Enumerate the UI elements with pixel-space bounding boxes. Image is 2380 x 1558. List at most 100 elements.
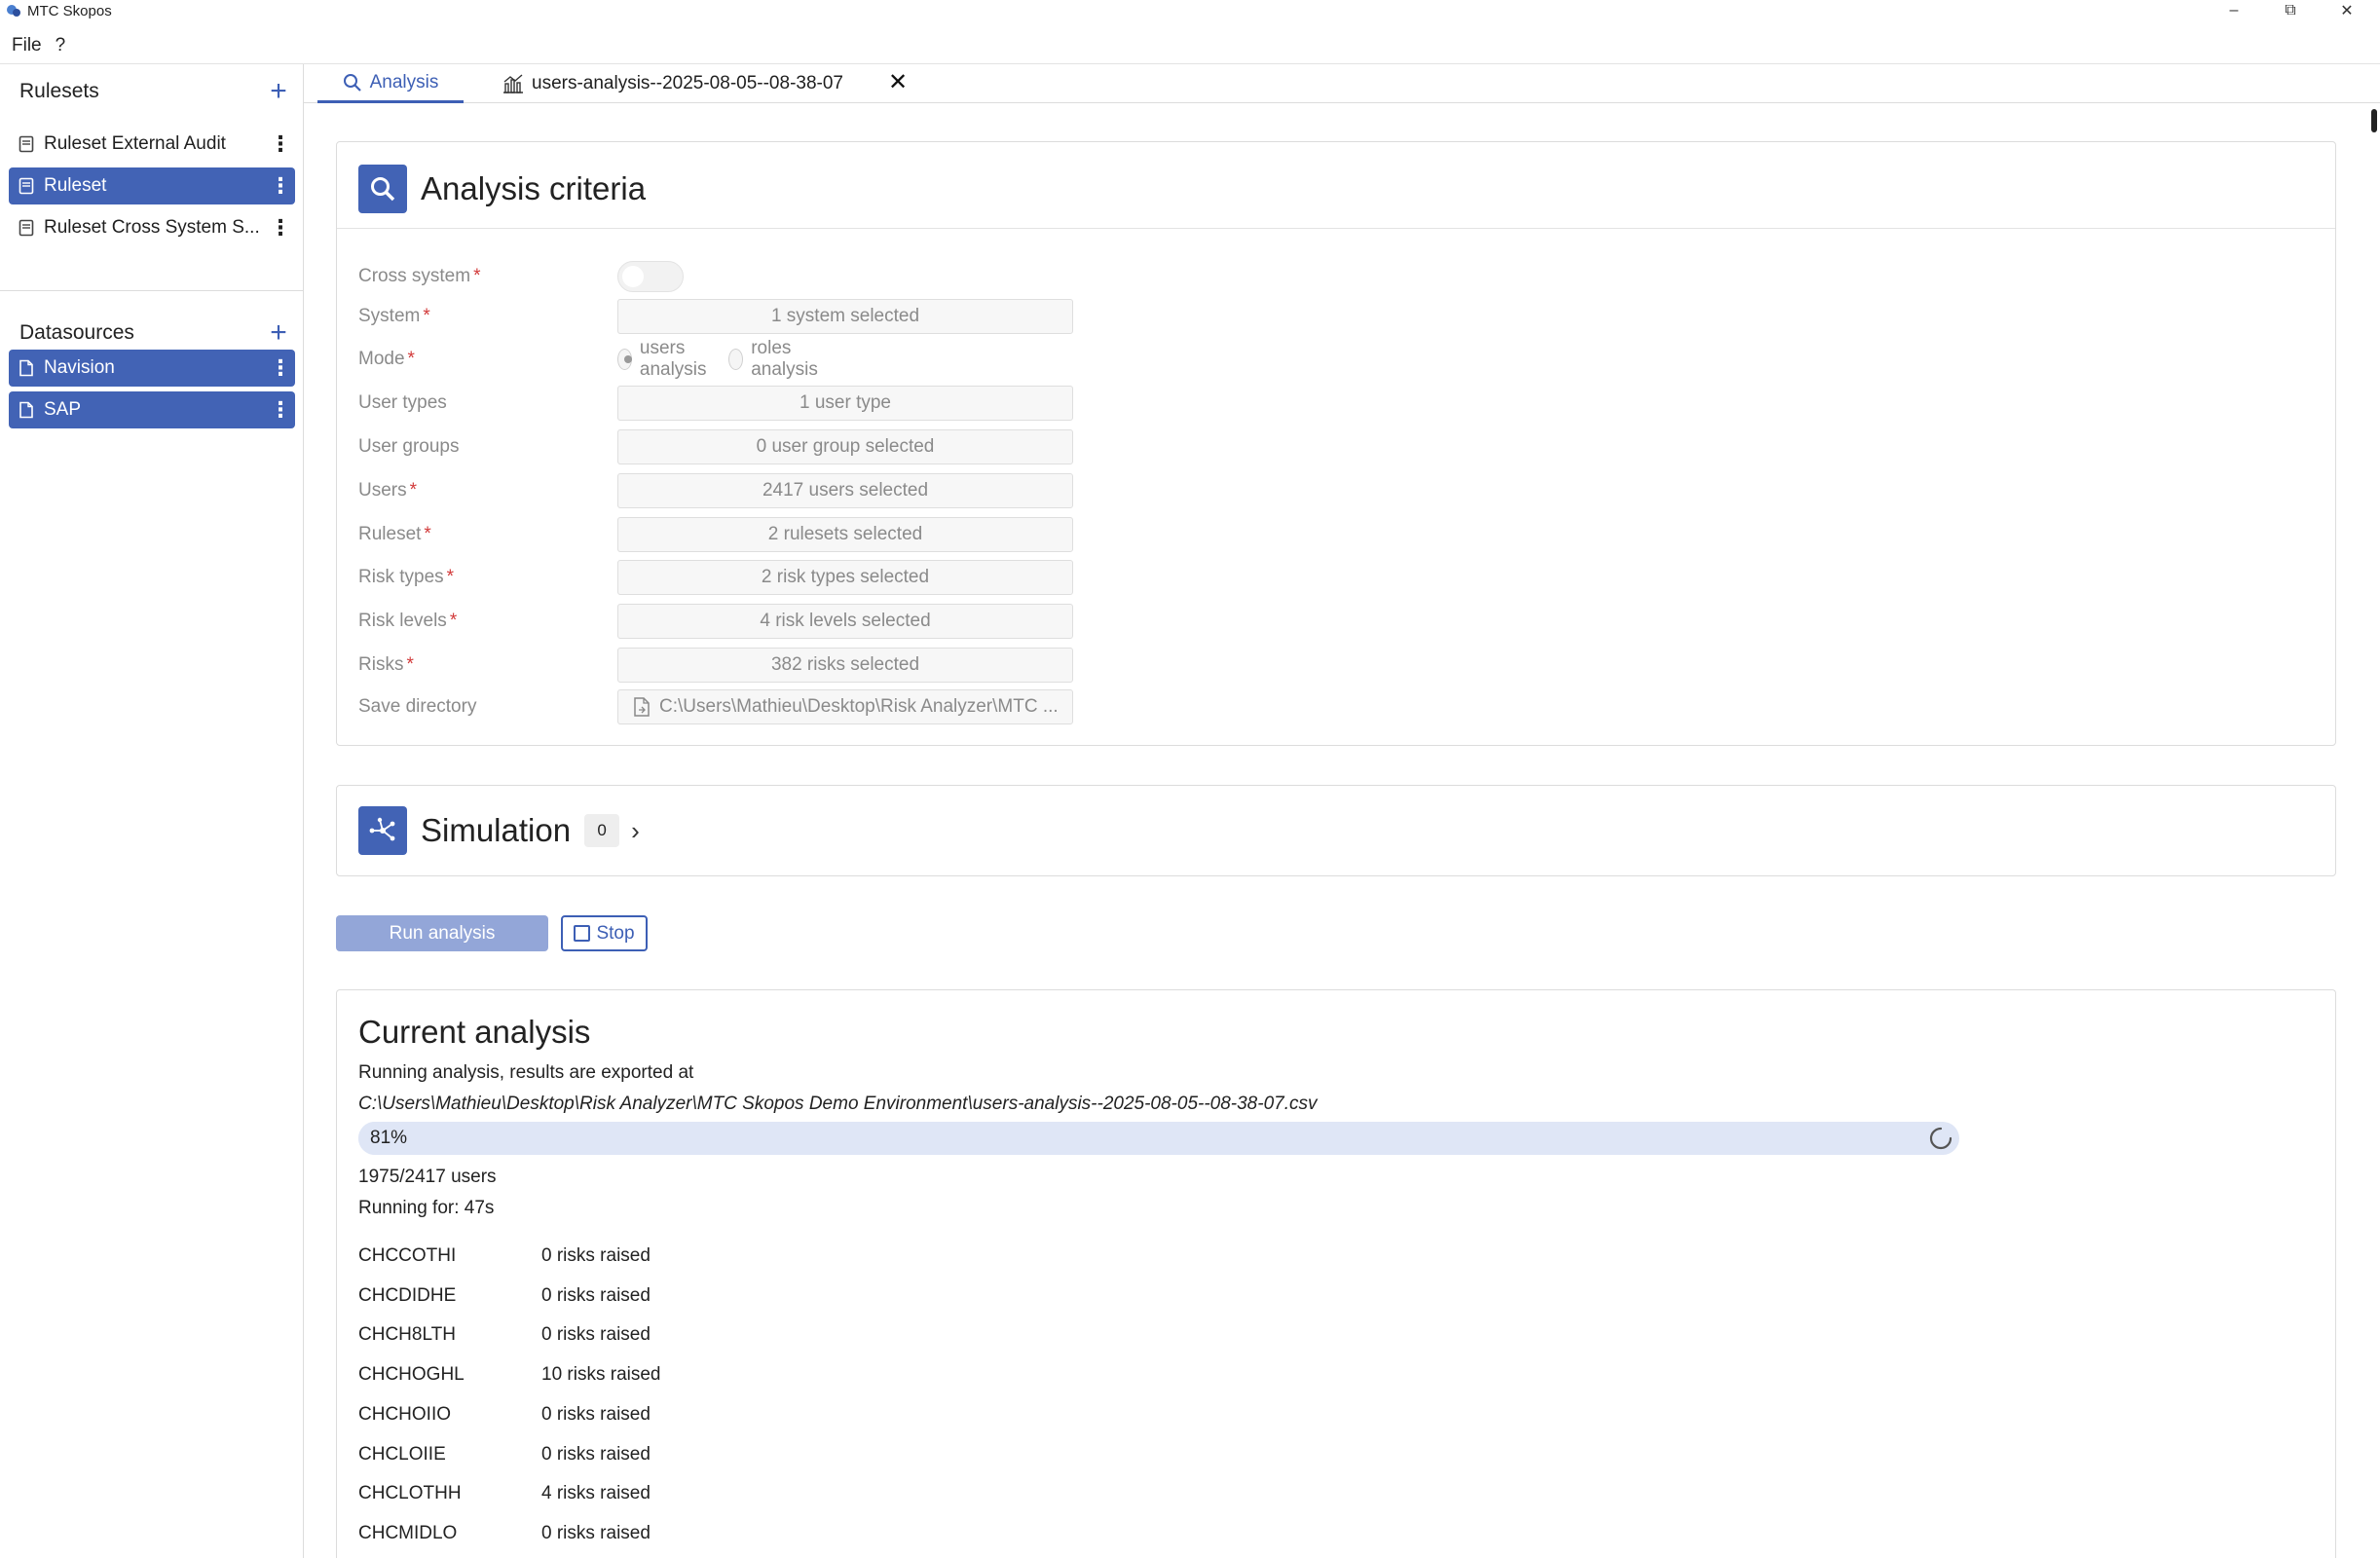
ruleset-doc-icon bbox=[19, 219, 34, 237]
simulation-panel[interactable]: Simulation 0 › bbox=[336, 785, 2336, 876]
loading-spinner-icon bbox=[1929, 1127, 1952, 1150]
sidebar-item-sap[interactable]: SAP ⋮ bbox=[9, 391, 295, 428]
analysis-criteria-panel: Analysis criteria Cross system * System * … bbox=[336, 141, 2336, 746]
running-text: Running analysis, results are exported a… bbox=[358, 1062, 694, 1083]
kebab-menu-icon[interactable]: ⋮ bbox=[266, 133, 295, 155]
network-icon bbox=[358, 806, 407, 855]
sidebar-item-ruleset-cross-system[interactable]: Ruleset Cross System S... ⋮ bbox=[9, 209, 295, 246]
sidebar: Rulesets + Ruleset External Audit ⋮ Rule… bbox=[0, 64, 304, 1558]
field-label: Ruleset * bbox=[358, 524, 431, 544]
kebab-menu-icon[interactable]: ⋮ bbox=[266, 357, 295, 379]
field-label: Users * bbox=[358, 480, 418, 501]
scrollbar-thumb[interactable] bbox=[2371, 109, 2377, 132]
menu-file[interactable]: File bbox=[12, 35, 42, 56]
sidebar-item-label: Navision bbox=[44, 357, 115, 378]
kebab-menu-icon[interactable]: ⋮ bbox=[266, 399, 295, 421]
restore-icon: ⧉ bbox=[2285, 2, 2296, 19]
minimize-button[interactable]: – bbox=[2207, 0, 2261, 21]
cross-system-toggle[interactable] bbox=[617, 261, 684, 292]
system-select[interactable]: 1 system selected bbox=[617, 299, 1073, 334]
close-tab-icon[interactable]: ✕ bbox=[888, 68, 908, 96]
row-users: Users * 2417 users selected bbox=[358, 473, 1073, 508]
field-label: Risks * bbox=[358, 654, 414, 675]
tab-analysis[interactable]: Analysis bbox=[317, 64, 464, 103]
chart-icon bbox=[503, 74, 523, 93]
kebab-menu-icon[interactable]: ⋮ bbox=[266, 175, 295, 197]
file-icon bbox=[19, 401, 33, 419]
close-window-button[interactable]: ✕ bbox=[2320, 0, 2374, 21]
sidebar-item-navision[interactable]: Navision ⋮ bbox=[9, 350, 295, 387]
user-types-select[interactable]: 1 user type bbox=[617, 386, 1073, 421]
restore-button[interactable]: ⧉ bbox=[2263, 0, 2318, 21]
field-label: User types bbox=[358, 392, 447, 413]
kebab-menu-icon[interactable]: ⋮ bbox=[266, 217, 295, 239]
search-icon bbox=[343, 73, 361, 92]
close-icon: ✕ bbox=[2340, 3, 2354, 19]
tab-label: users-analysis--2025-08-05--08-38-07 bbox=[532, 73, 843, 93]
result-user: CHCH8LTH bbox=[358, 1324, 456, 1346]
field-label: Cross system * bbox=[358, 266, 481, 286]
risk-types-select[interactable]: 2 risk types selected bbox=[617, 560, 1073, 595]
result-risks: 4 risks raised bbox=[541, 1483, 651, 1504]
field-label: Mode * bbox=[358, 349, 415, 369]
result-user: CHCLOTHH bbox=[358, 1483, 462, 1504]
risks-select[interactable]: 382 risks selected bbox=[617, 648, 1073, 683]
add-datasource-button[interactable]: + bbox=[265, 318, 292, 348]
file-export-icon bbox=[634, 697, 650, 717]
row-risk-levels: Risk levels * 4 risk levels selected bbox=[358, 604, 1073, 639]
stop-label: Stop bbox=[596, 922, 635, 944]
result-risks: 0 risks raised bbox=[541, 1403, 651, 1425]
simulation-header[interactable]: Simulation 0 › bbox=[358, 806, 640, 855]
add-ruleset-button[interactable]: + bbox=[265, 77, 292, 106]
datasources-title: Datasources bbox=[19, 321, 134, 344]
list-item: CHCDIDHE 0 risks raised bbox=[358, 1281, 651, 1311]
progress-percent: 81% bbox=[370, 1128, 408, 1148]
row-risk-types: Risk types * 2 risk types selected bbox=[358, 560, 1073, 595]
row-risks: Risks * 382 risks selected bbox=[358, 648, 1073, 683]
list-item: CHCH8LTH 0 risks raised bbox=[358, 1320, 651, 1350]
panel-title: Analysis criteria bbox=[421, 170, 647, 206]
result-user: CHCDIDHE bbox=[358, 1284, 457, 1306]
field-label: Risk types * bbox=[358, 567, 455, 587]
radio-users-analysis[interactable] bbox=[617, 349, 632, 370]
header-divider bbox=[337, 228, 2335, 229]
result-user: CHCHOGHL bbox=[358, 1364, 465, 1386]
chevron-right-icon[interactable]: › bbox=[631, 816, 640, 846]
tab-bar: Analysis users-analysis--2025-08-05--08-… bbox=[304, 64, 2380, 103]
stop-button[interactable]: Stop bbox=[561, 915, 648, 951]
users-select[interactable]: 2417 users selected bbox=[617, 473, 1073, 508]
tab-users-analysis[interactable]: users-analysis--2025-08-05--08-38-07 bbox=[502, 64, 843, 103]
field-label: Risk levels * bbox=[358, 611, 458, 631]
list-item: CHCHOIIO 0 risks raised bbox=[358, 1400, 651, 1429]
current-analysis-panel: Current analysis Running analysis, resul… bbox=[336, 989, 2336, 1558]
search-icon bbox=[358, 165, 407, 213]
result-user: CHCLOIIE bbox=[358, 1443, 446, 1465]
save-directory-picker[interactable]: C:\Users\Mathieu\Desktop\Risk Analyzer\M… bbox=[617, 689, 1073, 724]
rulesets-title: Rulesets bbox=[19, 80, 99, 102]
user-groups-select[interactable]: 0 user group selected bbox=[617, 429, 1073, 464]
result-risks: 0 risks raised bbox=[541, 1324, 651, 1346]
result-risks: 0 risks raised bbox=[541, 1443, 651, 1465]
field-label: Save directory bbox=[358, 696, 477, 717]
save-directory-value: C:\Users\Mathieu\Desktop\Risk Analyzer\M… bbox=[659, 696, 1059, 717]
row-system: System * 1 system selected bbox=[358, 299, 1073, 334]
tab-label: Analysis bbox=[369, 71, 439, 93]
file-icon bbox=[19, 359, 33, 377]
plus-icon: + bbox=[270, 75, 287, 107]
risk-levels-select[interactable]: 4 risk levels selected bbox=[617, 604, 1073, 639]
sidebar-item-ruleset-external-audit[interactable]: Ruleset External Audit ⋮ bbox=[9, 126, 295, 163]
running-for: Running for: 47s bbox=[358, 1198, 495, 1218]
row-save-directory: Save directory C:\Users\Mathieu\Desktop\… bbox=[358, 689, 1073, 724]
ruleset-doc-icon bbox=[19, 177, 34, 195]
result-risks: 10 risks raised bbox=[541, 1364, 661, 1386]
list-item: CHCLOTHH 4 risks raised bbox=[358, 1479, 651, 1508]
analysis-criteria-header: Analysis criteria bbox=[358, 165, 646, 213]
menu-help[interactable]: ? bbox=[56, 35, 66, 56]
ruleset-select[interactable]: 2 rulesets selected bbox=[617, 517, 1073, 552]
run-analysis-button[interactable]: Run analysis bbox=[336, 915, 548, 951]
sidebar-item-ruleset[interactable]: Ruleset ⋮ bbox=[9, 167, 295, 204]
row-cross-system: Cross system * bbox=[358, 259, 684, 294]
radio-roles-analysis[interactable] bbox=[728, 349, 744, 370]
export-path: C:\Users\Mathieu\Desktop\Risk Analyzer\M… bbox=[358, 1094, 1318, 1114]
list-item: CHCLOIIE 0 risks raised bbox=[358, 1440, 651, 1469]
